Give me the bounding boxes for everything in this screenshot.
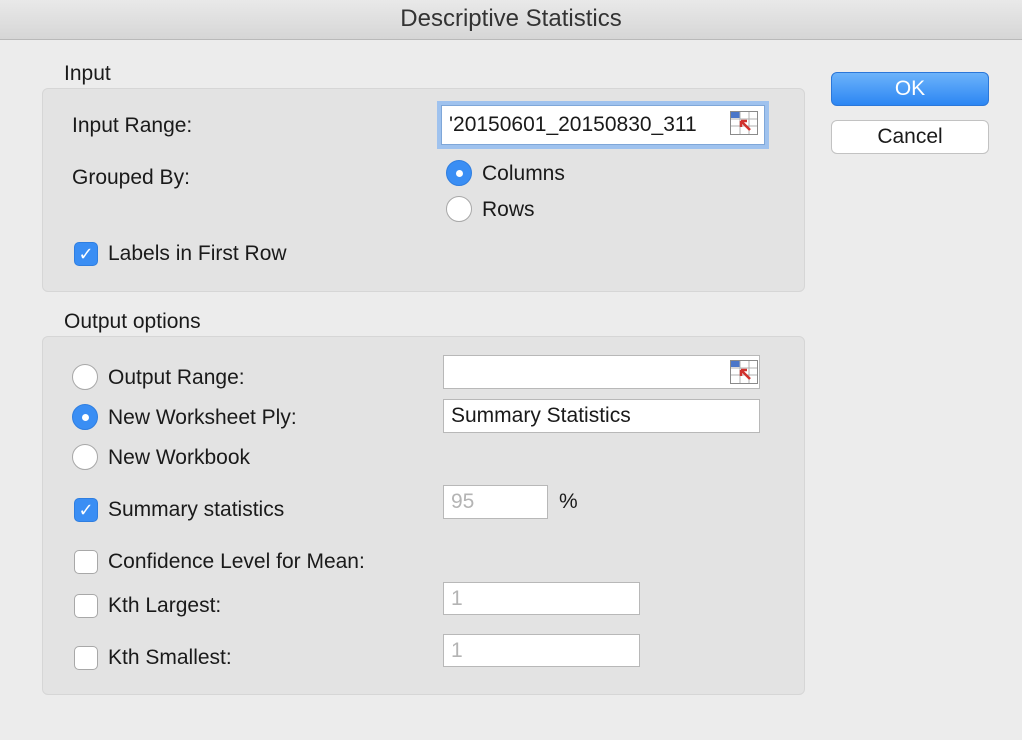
output-range-label[interactable]: Output Range:	[108, 366, 245, 390]
kth-smallest-label[interactable]: Kth Smallest:	[108, 646, 232, 670]
confidence-level-label[interactable]: Confidence Level for Mean:	[108, 550, 365, 574]
input-range-value: '20150601_20150830_311	[449, 113, 697, 136]
percent-sign: %	[559, 490, 578, 513]
cancel-button[interactable]: Cancel	[831, 120, 989, 154]
new-worksheet-label[interactable]: New Worksheet Ply:	[108, 406, 297, 430]
new-worksheet-field[interactable]: Summary Statistics	[443, 399, 760, 433]
new-workbook-radio[interactable]	[72, 444, 98, 470]
output-range-field[interactable]	[443, 355, 760, 389]
kth-largest-checkbox[interactable]	[74, 594, 98, 618]
summary-statistics-label[interactable]: Summary statistics	[108, 498, 284, 522]
kth-largest-value: 1	[451, 587, 463, 610]
grouped-by-rows-radio[interactable]	[446, 196, 472, 222]
new-worksheet-value: Summary Statistics	[451, 404, 631, 427]
window-title: Descriptive Statistics	[0, 0, 1022, 40]
checkmark-icon: ✓	[78, 500, 94, 520]
output-section-label: Output options	[64, 310, 201, 333]
new-workbook-label[interactable]: New Workbook	[108, 446, 250, 470]
summary-statistics-checkbox[interactable]: ✓	[74, 498, 98, 522]
confidence-level-checkbox[interactable]	[74, 550, 98, 574]
grouped-by-label: Grouped By:	[72, 166, 190, 189]
labels-first-row-checkbox[interactable]: ✓	[74, 242, 98, 266]
kth-smallest-checkbox[interactable]	[74, 646, 98, 670]
input-range-field[interactable]: '20150601_20150830_311	[441, 105, 765, 145]
grouped-by-rows-label[interactable]: Rows	[482, 198, 535, 222]
confidence-level-field[interactable]: 95	[443, 485, 548, 519]
ok-button[interactable]: OK	[831, 72, 989, 106]
labels-first-row-label[interactable]: Labels in First Row	[108, 242, 287, 266]
input-range-label: Input Range:	[72, 114, 193, 137]
grouped-by-columns-label[interactable]: Columns	[482, 162, 565, 186]
kth-largest-field[interactable]: 1	[443, 582, 640, 615]
new-worksheet-radio[interactable]	[72, 404, 98, 430]
kth-largest-label[interactable]: Kth Largest:	[108, 594, 221, 618]
range-selector-icon[interactable]	[730, 111, 758, 135]
kth-smallest-value: 1	[451, 639, 463, 662]
grouped-by-columns-radio[interactable]	[446, 160, 472, 186]
confidence-level-value: 95	[451, 490, 475, 513]
checkmark-icon: ✓	[78, 244, 94, 264]
output-range-radio[interactable]	[72, 364, 98, 390]
range-selector-icon[interactable]	[730, 360, 758, 384]
kth-smallest-field[interactable]: 1	[443, 634, 640, 667]
input-section-label: Input	[64, 62, 111, 85]
